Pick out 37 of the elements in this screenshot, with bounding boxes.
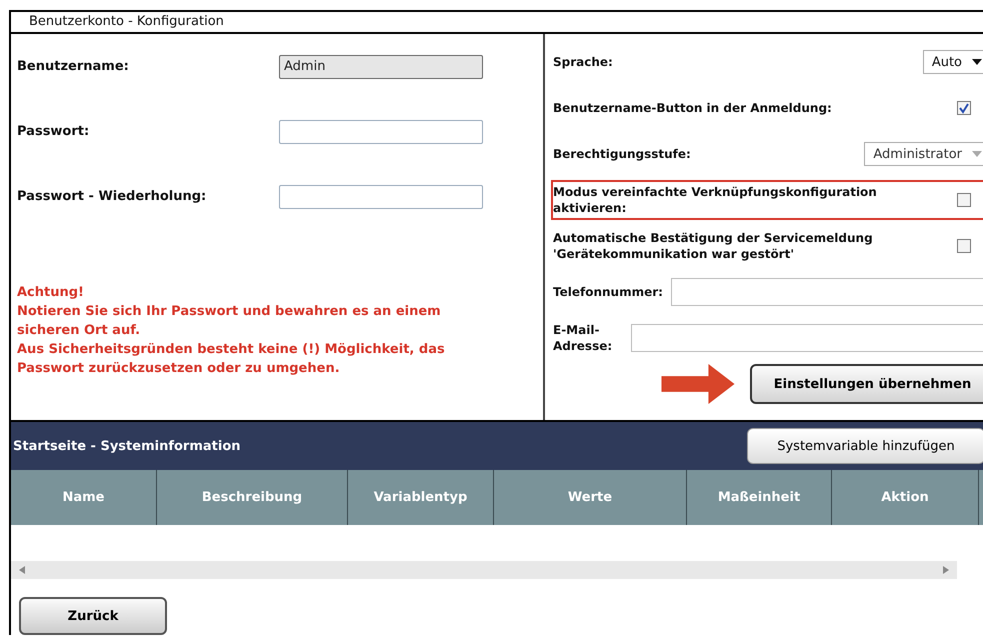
scrollbar[interactable] [11,561,957,579]
field-label: Passwort: [17,124,90,139]
column-header: Werte [494,470,687,525]
checkbox[interactable] [957,239,971,253]
column-header: Beschreibung [157,470,348,525]
setting-label: Sprache: [553,54,613,70]
scroll-right-icon[interactable] [943,566,949,574]
column-header: Variablentyp [348,470,494,525]
field-label: Passwort - Wiederholung: [17,189,208,204]
setting-label: E-Mail-Adresse: [553,322,614,354]
column-header: Maßeinheit [687,470,832,525]
back-button[interactable]: Zurück [19,597,167,635]
column-header: Aktion [832,470,979,525]
warning-text: Aus Sicherheitsgründen besteht keine (!) Möglichkeit, das Passwort zurückzusetzen oder zu umgehen. [17,341,446,378]
setting-label: Telefonnummer: [553,284,663,300]
setting-label: Benutzername-Button in der Anmeldung: [553,100,832,116]
section-title: Startseite - Systeminformation [13,438,240,454]
setting-label: Modus vereinfachte Verknüpfungskonfiguration aktivieren: [553,184,878,216]
input-field[interactable] [279,120,483,144]
field-label: Benutzername: [17,59,130,74]
setting-label: Berechtigungsstufe: [553,146,691,162]
checkbox[interactable] [957,193,971,207]
input-field[interactable] [631,324,983,352]
dropdown[interactable]: Auto [922,50,983,74]
column-header: Name [11,470,157,525]
input-field[interactable] [670,278,983,306]
input-field[interactable] [279,184,483,208]
scroll-left-icon[interactable] [19,566,25,574]
window-title: Benutzerkonto - Konfiguration [11,12,983,34]
caret-icon [972,59,982,65]
add-variable-button[interactable]: Systemvariable hinzufügen [747,428,983,464]
warning-text: Achtung! [17,284,85,302]
warning-text: Notieren Sie sich Ihr Passwort und bewahren es an einem sicheren Ort auf. [17,303,442,340]
checkbox[interactable] [957,101,971,115]
caret-icon [972,151,982,157]
setting-label: Automatische Bestätigung der Servicemeldung 'Gerätekommunikation war gestört' [553,230,874,262]
apply-button[interactable]: Einstellungen übernehmen [750,364,983,404]
